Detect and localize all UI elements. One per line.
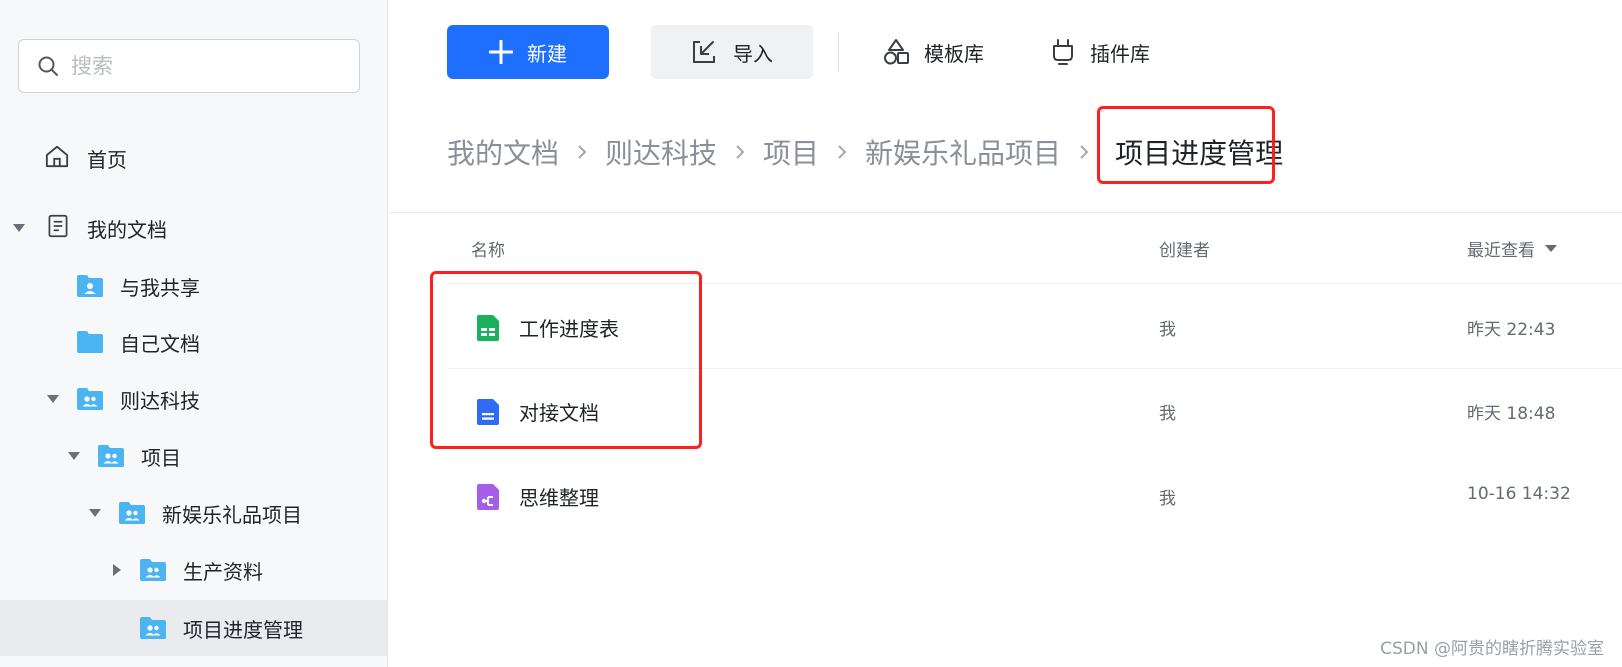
watermark: CSDN @阿贵的瞎折腾实验室 <box>1380 639 1604 659</box>
breadcrumb-item[interactable]: 我的文档 <box>447 132 559 172</box>
breadcrumb-item[interactable]: 则达科技 <box>605 132 717 172</box>
chevron-right-icon <box>735 144 745 160</box>
caret-down-icon[interactable] <box>12 221 26 235</box>
team-folder-icon <box>119 502 145 524</box>
table-row[interactable]: 思维整理 我 10-16 14:32 <box>447 454 1622 538</box>
caret-down-icon[interactable] <box>46 392 60 406</box>
mindmap-icon <box>477 484 499 510</box>
column-header-creator[interactable]: 创建者 <box>1159 236 1210 261</box>
file-creator: 我 <box>1159 320 1176 340</box>
folder-icon <box>77 331 103 353</box>
template-library-button[interactable]: 模板库 <box>882 25 984 79</box>
file-viewed-time: 10-16 14:32 <box>1467 484 1571 504</box>
sidebar-item-my-docs[interactable]: 我的文档 <box>0 200 387 256</box>
sidebar-item-label: 则达科技 <box>120 388 200 413</box>
sidebar-item-shared-with-me[interactable]: 与我共享 <box>0 258 387 314</box>
document-file-icon <box>477 399 499 425</box>
plugin-library-button[interactable]: 插件库 <box>1050 25 1150 79</box>
team-folder-icon <box>140 559 166 581</box>
content-divider <box>389 212 1622 213</box>
search-box[interactable] <box>18 39 360 93</box>
table-header-divider <box>447 283 1622 284</box>
file-creator: 我 <box>1159 404 1176 424</box>
import-icon <box>693 41 715 63</box>
team-folder-icon <box>77 388 103 410</box>
sidebar-item-project[interactable]: 项目 <box>0 428 387 484</box>
toolbar-divider <box>838 32 839 72</box>
sidebar: 首页 我的文档 与我共享 自己文档 <box>0 0 388 667</box>
sidebar-item-new-entertainment-gift[interactable]: 新娱乐礼品项目 <box>0 485 387 541</box>
plugin-library-label: 插件库 <box>1090 41 1150 66</box>
import-button[interactable]: 导入 <box>651 25 813 79</box>
caret-right-icon[interactable] <box>110 563 124 577</box>
team-folder-icon <box>140 617 166 639</box>
sidebar-item-zeda-tech[interactable]: 则达科技 <box>0 371 387 427</box>
breadcrumb-current: 项目进度管理 <box>1097 106 1291 184</box>
sidebar-item-production-materials[interactable]: 生产资料 <box>0 542 387 598</box>
table-row[interactable]: 对接文档 我 昨天 18:48 <box>447 369 1622 453</box>
sidebar-item-label: 生产资料 <box>183 559 263 584</box>
breadcrumb: 我的文档 则达科技 项目 新娱乐礼品项目 项目进度管理 <box>447 106 1291 184</box>
file-creator: 我 <box>1159 489 1176 509</box>
caret-down-icon[interactable] <box>88 506 102 520</box>
document-icon <box>48 214 68 238</box>
sidebar-item-label: 项目 <box>141 445 181 470</box>
sort-down-icon[interactable] <box>1545 244 1557 253</box>
sidebar-item-label: 项目进度管理 <box>183 617 303 642</box>
new-button[interactable]: 新建 <box>447 25 609 79</box>
table-row[interactable]: 工作进度表 我 昨天 22:43 <box>447 285 1622 369</box>
sidebar-item-label: 首页 <box>87 147 127 172</box>
team-folder-icon <box>98 445 124 467</box>
import-button-label: 导入 <box>733 41 773 66</box>
sidebar-item-own-docs[interactable]: 自己文档 <box>0 314 387 370</box>
sidebar-item-label: 与我共享 <box>120 275 200 300</box>
search-input[interactable] <box>71 54 341 78</box>
shapes-icon <box>884 39 909 65</box>
sidebar-item-label: 新娱乐礼品项目 <box>162 502 302 527</box>
sidebar-item-project-progress[interactable]: 项目进度管理 <box>0 600 387 656</box>
chevron-right-icon <box>1079 144 1089 160</box>
breadcrumb-current-label: 项目进度管理 <box>1115 137 1284 170</box>
search-icon <box>38 56 58 76</box>
spreadsheet-icon <box>477 315 499 341</box>
sidebar-item-label: 我的文档 <box>87 217 167 242</box>
chevron-right-icon <box>837 144 847 160</box>
column-header-viewed-label: 最近查看 <box>1467 241 1535 261</box>
plugin-icon <box>1053 39 1073 65</box>
home-icon <box>45 145 69 168</box>
breadcrumb-item[interactable]: 新娱乐礼品项目 <box>865 132 1061 172</box>
file-viewed-time: 昨天 18:48 <box>1467 404 1556 424</box>
plus-icon <box>489 40 513 64</box>
caret-down-icon[interactable] <box>67 449 81 463</box>
chevron-right-icon <box>577 144 587 160</box>
column-header-viewed[interactable]: 最近查看 <box>1467 236 1557 261</box>
sidebar-item-label: 自己文档 <box>120 331 200 356</box>
template-library-label: 模板库 <box>924 41 984 66</box>
file-name[interactable]: 思维整理 <box>519 482 599 511</box>
new-button-label: 新建 <box>527 41 567 66</box>
file-name[interactable]: 对接文档 <box>519 397 599 426</box>
shared-folder-icon <box>77 275 103 297</box>
file-name[interactable]: 工作进度表 <box>519 313 619 342</box>
breadcrumb-item[interactable]: 项目 <box>763 132 819 172</box>
column-header-name[interactable]: 名称 <box>471 236 505 261</box>
sidebar-item-home[interactable]: 首页 <box>0 130 387 186</box>
file-viewed-time: 昨天 22:43 <box>1467 320 1556 340</box>
